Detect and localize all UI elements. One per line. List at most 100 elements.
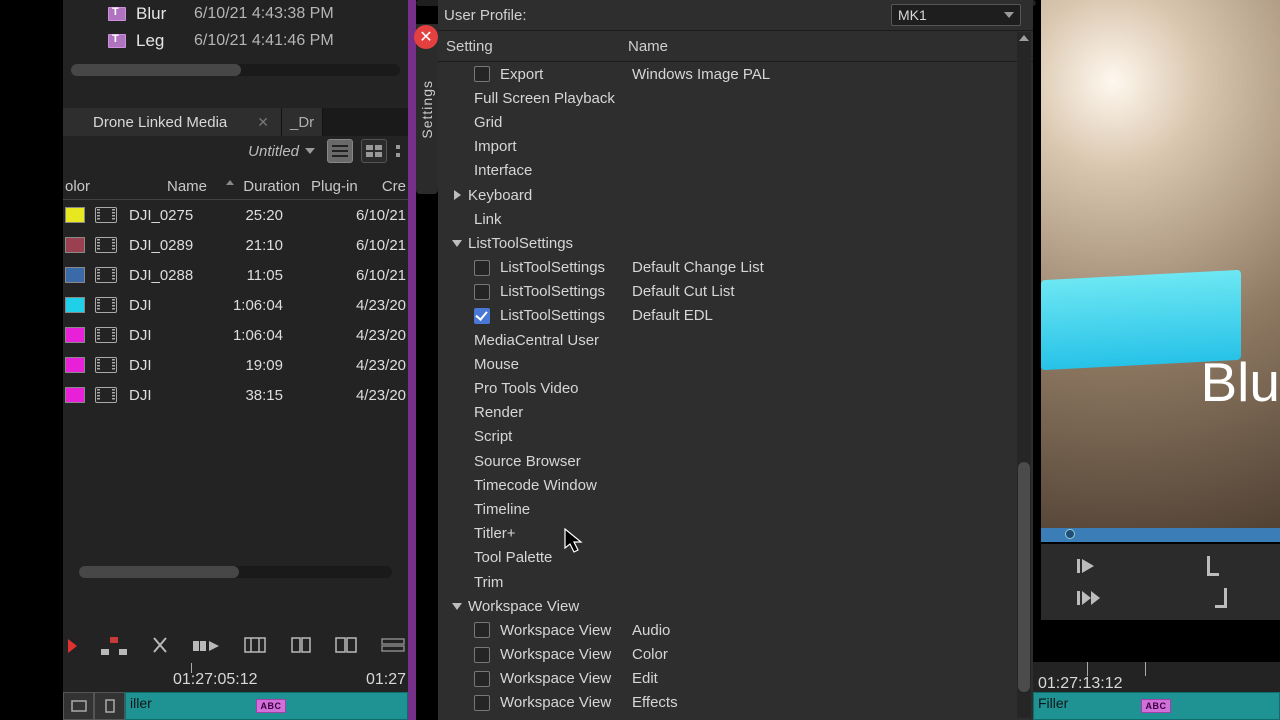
color-swatch[interactable]: [65, 237, 85, 253]
mark-out-button[interactable]: [1211, 588, 1227, 608]
close-panel-button[interactable]: ✕: [414, 25, 438, 49]
extract-button[interactable]: [151, 635, 169, 658]
frame-view-button[interactable]: [361, 139, 387, 163]
checkbox[interactable]: [474, 695, 490, 711]
project-item[interactable]: Blur6/10/21 4:43:38 PM: [63, 0, 408, 27]
settings-row[interactable]: ListToolSettingsDefault Cut List: [438, 280, 1013, 304]
settings-row[interactable]: Trim: [438, 570, 1013, 594]
settings-row[interactable]: ListToolSettingsDefault EDL: [438, 304, 1013, 328]
checkbox[interactable]: [474, 308, 490, 324]
timeline-title-segment[interactable]: ABC: [256, 699, 286, 713]
checkbox[interactable]: [474, 671, 490, 687]
color-swatch[interactable]: [65, 207, 85, 223]
project-item[interactable]: Leg6/10/21 4:41:46 PM: [63, 27, 408, 54]
position-bar[interactable]: [1041, 528, 1280, 542]
title-icon: [108, 7, 126, 21]
settings-tab[interactable]: Settings: [416, 24, 438, 194]
color-swatch[interactable]: [65, 327, 85, 343]
settings-row[interactable]: Titler+: [438, 522, 1013, 546]
bin-row[interactable]: DJI_028811:056/10/21: [63, 260, 408, 290]
bin-sort-dropdown[interactable]: Untitled: [244, 143, 319, 160]
settings-row[interactable]: Render: [438, 401, 1013, 425]
settings-row[interactable]: Grid: [438, 110, 1013, 134]
lift-button[interactable]: [101, 635, 127, 658]
bin-row[interactable]: DJI38:154/23/20: [63, 380, 408, 410]
bin-row[interactable]: DJI19:094/23/20: [63, 350, 408, 380]
segment-button[interactable]: [335, 636, 357, 657]
project-hscroll[interactable]: [71, 64, 400, 76]
masterclip-icon: [95, 207, 117, 223]
timecode-right: 01:27:13:12: [1038, 675, 1123, 693]
step-forward-button[interactable]: [1077, 558, 1097, 574]
bin-row[interactable]: DJI_027525:206/10/21: [63, 200, 408, 230]
panel-divider[interactable]: [408, 0, 416, 720]
scroll-thumb[interactable]: [1018, 462, 1030, 692]
checkbox[interactable]: [474, 284, 490, 300]
checkbox[interactable]: [474, 647, 490, 663]
track-solo-button[interactable]: [94, 692, 125, 720]
timeline-title-segment[interactable]: ABC: [1141, 699, 1171, 713]
color-swatch[interactable]: [65, 267, 85, 283]
overwrite-button[interactable]: [193, 635, 219, 658]
trim-button[interactable]: [291, 636, 311, 657]
settings-row[interactable]: Workspace ViewAudio: [438, 618, 1013, 642]
disclosure-icon[interactable]: [446, 240, 468, 247]
bin-row[interactable]: DJI1:06:044/23/20: [63, 290, 408, 320]
bin-tab-partial[interactable]: _Dr: [282, 108, 323, 136]
settings-row[interactable]: Tool Palette: [438, 546, 1013, 570]
bin-row[interactable]: DJI_028921:106/10/21: [63, 230, 408, 260]
settings-row[interactable]: Workspace ViewEffects: [438, 691, 1013, 715]
disclosure-icon[interactable]: [446, 190, 468, 200]
record-icon[interactable]: [68, 639, 77, 653]
color-swatch[interactable]: [65, 297, 85, 313]
settings-row[interactable]: ListToolSettings: [438, 231, 1013, 255]
masterclip-icon: [95, 237, 117, 253]
settings-row[interactable]: Link: [438, 207, 1013, 231]
settings-row[interactable]: Script: [438, 425, 1013, 449]
masterclip-icon: [95, 267, 117, 283]
bin-row[interactable]: DJI1:06:044/23/20: [63, 320, 408, 350]
settings-row[interactable]: Interface: [438, 159, 1013, 183]
mouse-cursor: [564, 528, 584, 554]
user-profile-label: User Profile:: [444, 7, 527, 24]
settings-row[interactable]: Keyboard: [438, 183, 1013, 207]
mark-in-button[interactable]: [1207, 556, 1223, 576]
title-icon: [108, 34, 126, 48]
settings-row[interactable]: Mouse: [438, 352, 1013, 376]
settings-row[interactable]: Timeline: [438, 497, 1013, 521]
bin-header: olor Name Duration Plug-in Cre: [63, 166, 408, 200]
play-forward-button[interactable]: [1077, 590, 1101, 606]
settings-row[interactable]: Workspace View: [438, 594, 1013, 618]
track-monitor-button[interactable]: [63, 692, 94, 720]
checkbox[interactable]: [474, 260, 490, 276]
settings-row[interactable]: Import: [438, 135, 1013, 159]
settings-row[interactable]: Pro Tools Video: [438, 376, 1013, 400]
masterclip-icon: [95, 297, 117, 313]
settings-row[interactable]: MediaCentral User: [438, 328, 1013, 352]
settings-row[interactable]: ExportWindows Image PAL: [438, 62, 1013, 86]
settings-row[interactable]: Workspace ViewEdit: [438, 667, 1013, 691]
settings-row[interactable]: ListToolSettingsDefault Change List: [438, 256, 1013, 280]
color-swatch[interactable]: [65, 357, 85, 373]
settings-scrollbar[interactable]: [1017, 32, 1031, 718]
settings-row[interactable]: Full Screen Playback: [438, 86, 1013, 110]
script-view-button[interactable]: [395, 139, 407, 163]
collapse-button[interactable]: [381, 636, 405, 657]
close-icon[interactable]: ✕: [257, 114, 269, 131]
title-overlay: Blu: [1201, 350, 1280, 414]
settings-row[interactable]: Workspace ViewColor: [438, 643, 1013, 667]
text-view-button[interactable]: [327, 139, 353, 163]
splice-button[interactable]: [243, 636, 267, 657]
color-swatch[interactable]: [65, 387, 85, 403]
scroll-up-icon[interactable]: [1019, 35, 1029, 41]
bin-hscroll[interactable]: [79, 566, 392, 578]
bin-tab-label: Drone Linked Media: [93, 114, 227, 131]
settings-row[interactable]: Source Browser: [438, 449, 1013, 473]
checkbox[interactable]: [474, 66, 490, 82]
bin-tab[interactable]: Drone Linked Media ✕: [63, 108, 282, 136]
user-profile-dropdown[interactable]: MK1: [891, 4, 1021, 26]
checkbox[interactable]: [474, 622, 490, 638]
disclosure-icon[interactable]: [446, 603, 468, 610]
settings-row[interactable]: Timecode Window: [438, 473, 1013, 497]
sort-indicator-icon: [226, 180, 234, 185]
